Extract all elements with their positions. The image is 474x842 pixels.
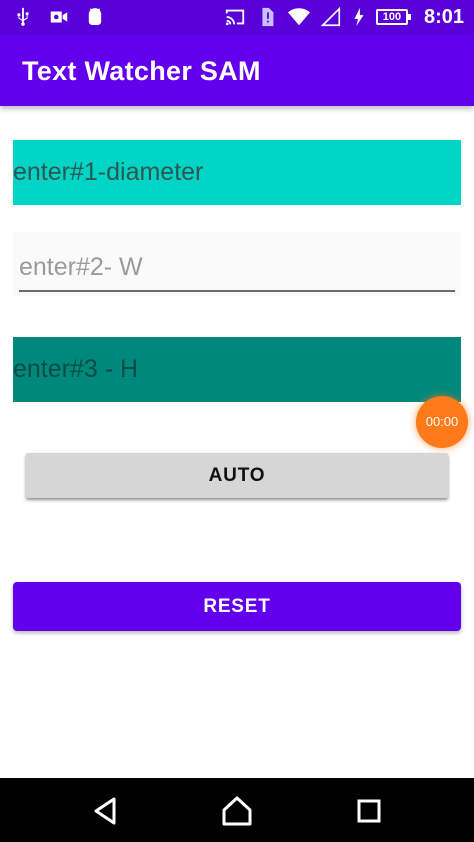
android-debug-icon xyxy=(88,8,102,26)
status-bar-clock: 8:01 xyxy=(423,5,464,28)
recents-icon[interactable] xyxy=(352,794,386,828)
usb-icon xyxy=(17,7,29,26)
reset-button[interactable]: RESET xyxy=(13,582,461,631)
diameter-input[interactable] xyxy=(13,140,461,205)
signal-icon xyxy=(320,6,341,27)
height-input[interactable] xyxy=(13,337,461,402)
cast-icon xyxy=(225,9,245,26)
diameter-field[interactable] xyxy=(13,140,461,205)
height-field[interactable] xyxy=(13,337,461,402)
app-bar: Text Watcher SAM xyxy=(0,34,474,106)
sim-alert-icon xyxy=(262,7,274,27)
width-field[interactable] xyxy=(13,232,461,296)
width-input[interactable] xyxy=(13,232,461,296)
battery-charging-icon xyxy=(354,7,364,27)
status-bar: 100 8:01 xyxy=(0,0,474,34)
battery-level: 100 xyxy=(375,9,411,25)
wifi-icon xyxy=(287,8,310,26)
app-title: Text Watcher SAM xyxy=(22,56,261,86)
video-camera-icon xyxy=(50,11,68,23)
status-bar-left xyxy=(12,6,106,28)
home-icon[interactable] xyxy=(220,794,254,828)
auto-button[interactable]: AUTO xyxy=(26,453,448,498)
navigation-bar xyxy=(0,778,474,842)
width-input-underline xyxy=(19,290,455,292)
status-bar-right: 100 8:01 xyxy=(224,5,464,29)
back-icon[interactable] xyxy=(89,794,123,828)
floating-timer-bubble[interactable]: 00:00 xyxy=(416,396,468,448)
